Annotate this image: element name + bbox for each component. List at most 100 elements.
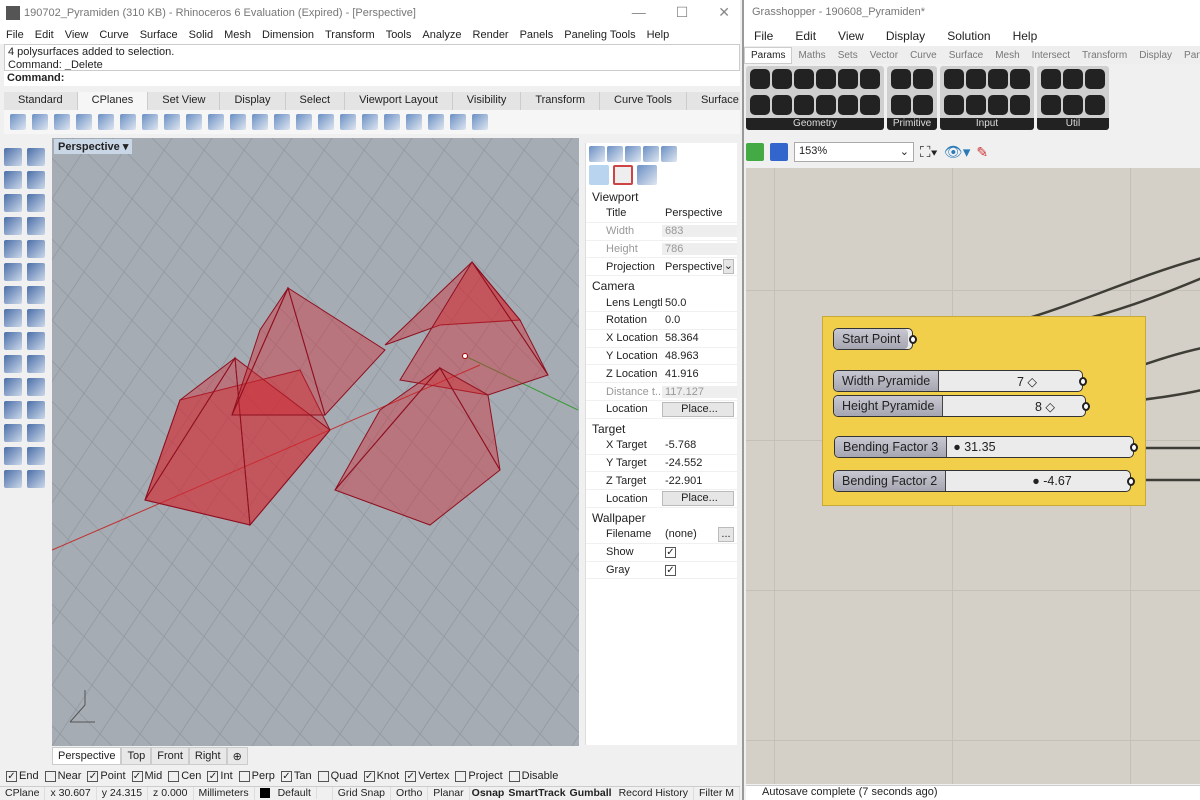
cplane-tool-icon[interactable]	[10, 114, 26, 130]
status-toggle[interactable]: Osnap	[470, 787, 507, 800]
cplane-tool-icon[interactable]	[120, 114, 136, 130]
tool-icon[interactable]	[4, 355, 22, 373]
tab-visibility[interactable]: Visibility	[453, 92, 522, 110]
component-icon[interactable]	[966, 95, 986, 115]
gh-tab-display[interactable]: Display	[1133, 48, 1178, 63]
component-icon[interactable]	[988, 69, 1008, 89]
dropdown-button[interactable]: ⌄	[722, 259, 734, 275]
status-toggle[interactable]: Ortho	[391, 787, 429, 800]
component-icon[interactable]	[891, 69, 911, 89]
tool-icon[interactable]	[27, 194, 45, 212]
cplane-tool-icon[interactable]	[76, 114, 92, 130]
gh-tab-maths[interactable]: Maths	[792, 48, 831, 63]
component-icon[interactable]	[1010, 69, 1030, 89]
gh-menu-help[interactable]: Help	[1013, 29, 1038, 43]
cplane-tool-icon[interactable]	[340, 114, 356, 130]
gh-tab-panelingtools[interactable]: PanelingTools	[1178, 48, 1200, 63]
tab-viewport-layout[interactable]: Viewport Layout	[345, 92, 453, 110]
component-icon[interactable]	[913, 95, 933, 115]
component-icon[interactable]	[1010, 95, 1030, 115]
component-icon[interactable]	[1063, 95, 1083, 115]
tool-icon[interactable]	[4, 378, 22, 396]
bending-factor-3-slider[interactable]: Bending Factor 3 ● 31.35	[834, 436, 1138, 458]
gh-tab-transform[interactable]: Transform	[1076, 48, 1133, 63]
tool-icon[interactable]	[4, 171, 22, 189]
zoom-extents-icon[interactable]: ⛶▾	[920, 144, 938, 161]
tool-icon[interactable]	[27, 401, 45, 419]
tab-transform[interactable]: Transform	[521, 92, 601, 110]
osnap-perp[interactable]: Perp	[238, 770, 275, 782]
status-toggle[interactable]: Gumball	[568, 787, 614, 800]
checkbox[interactable]: ✓	[280, 770, 292, 782]
tool-icon[interactable]	[4, 217, 22, 235]
menu-help[interactable]: Help	[647, 29, 670, 41]
pyramid-geometry[interactable]	[144, 261, 549, 527]
component-icon[interactable]	[750, 69, 770, 89]
tool-icon[interactable]	[27, 217, 45, 235]
tool-icon[interactable]	[4, 148, 22, 166]
viewport-tab-0[interactable]: Perspective	[52, 747, 122, 765]
component-icon[interactable]	[913, 69, 933, 89]
component-icon[interactable]	[772, 69, 792, 89]
status-toggle[interactable]: Record History	[614, 787, 694, 800]
status-toggle[interactable]: SmartTrack	[506, 787, 567, 800]
component-icon[interactable]	[860, 95, 880, 115]
cplane-tool-icon[interactable]	[186, 114, 202, 130]
tool-icon[interactable]	[4, 194, 22, 212]
output-grip[interactable]	[1082, 402, 1090, 411]
cplane-tool-icon[interactable]	[32, 114, 48, 130]
checkbox[interactable]: ✓	[87, 770, 99, 782]
layers-icon[interactable]	[607, 146, 623, 162]
component-icon[interactable]	[838, 69, 858, 89]
checkbox[interactable]	[238, 770, 250, 782]
component-icon[interactable]	[944, 95, 964, 115]
property-value[interactable]: 41.916	[662, 368, 737, 380]
property-value[interactable]: 50.0	[662, 297, 737, 309]
minimize-button[interactable]: —	[632, 4, 646, 21]
command-input[interactable]: Command:	[4, 70, 740, 86]
cplane-tool-icon[interactable]	[98, 114, 114, 130]
osnap-near[interactable]: Near	[44, 770, 81, 782]
checkbox[interactable]: ✓	[131, 770, 143, 782]
component-icon[interactable]	[1041, 95, 1061, 115]
osnap-cen[interactable]: Cen	[168, 770, 201, 782]
viewport-title[interactable]: Perspective ▾	[54, 139, 133, 154]
place-button[interactable]: Place...	[662, 491, 734, 507]
gh-tab-vector[interactable]: Vector	[864, 48, 904, 63]
save-icon[interactable]	[770, 143, 788, 161]
osnap-int[interactable]: ✓ Int	[207, 770, 233, 782]
output-grip[interactable]	[909, 335, 917, 344]
component-icon[interactable]	[988, 95, 1008, 115]
close-button[interactable]: ✕	[718, 4, 730, 21]
cplane-tool-icon[interactable]	[142, 114, 158, 130]
osnap-vertex[interactable]: ✓ Vertex	[405, 770, 449, 782]
eye-icon[interactable]: 👁▾	[944, 143, 971, 161]
gh-tab-params[interactable]: Params	[744, 46, 793, 64]
gh-tab-intersect[interactable]: Intersect	[1026, 48, 1076, 63]
menu-surface[interactable]: Surface	[140, 29, 178, 41]
gh-menu-view[interactable]: View	[838, 29, 864, 43]
gh-tab-surface[interactable]: Surface	[943, 48, 989, 63]
component-icon[interactable]	[1041, 69, 1061, 89]
checkbox[interactable]: ✓	[6, 770, 17, 782]
width-pyramide-slider[interactable]: Width Pyramide 7 ◇	[833, 370, 1087, 392]
tool-icon[interactable]	[27, 447, 45, 465]
status-toggle[interactable]: Filter M	[694, 787, 740, 800]
checkbox[interactable]	[44, 770, 56, 782]
display-icon[interactable]	[661, 146, 677, 162]
property-value[interactable]: 48.963	[662, 350, 737, 362]
tool-icon[interactable]	[27, 148, 45, 166]
osnap-disable[interactable]: Disable	[508, 770, 558, 782]
component-icon[interactable]	[794, 69, 814, 89]
menu-view[interactable]: View	[65, 29, 89, 41]
gh-menu-display[interactable]: Display	[886, 29, 925, 43]
tool-icon[interactable]	[4, 309, 22, 327]
tab-select[interactable]: Select	[286, 92, 346, 110]
start-point-node[interactable]: Start Point	[833, 328, 917, 350]
gh-tab-curve[interactable]: Curve	[904, 48, 943, 63]
camera-icon[interactable]	[589, 165, 609, 185]
component-icon[interactable]	[966, 69, 986, 89]
sketch-pen-icon[interactable]: ✎	[976, 144, 988, 161]
browse-button[interactable]: ...	[718, 526, 734, 542]
menu-paneling-tools[interactable]: Paneling Tools	[564, 29, 635, 41]
